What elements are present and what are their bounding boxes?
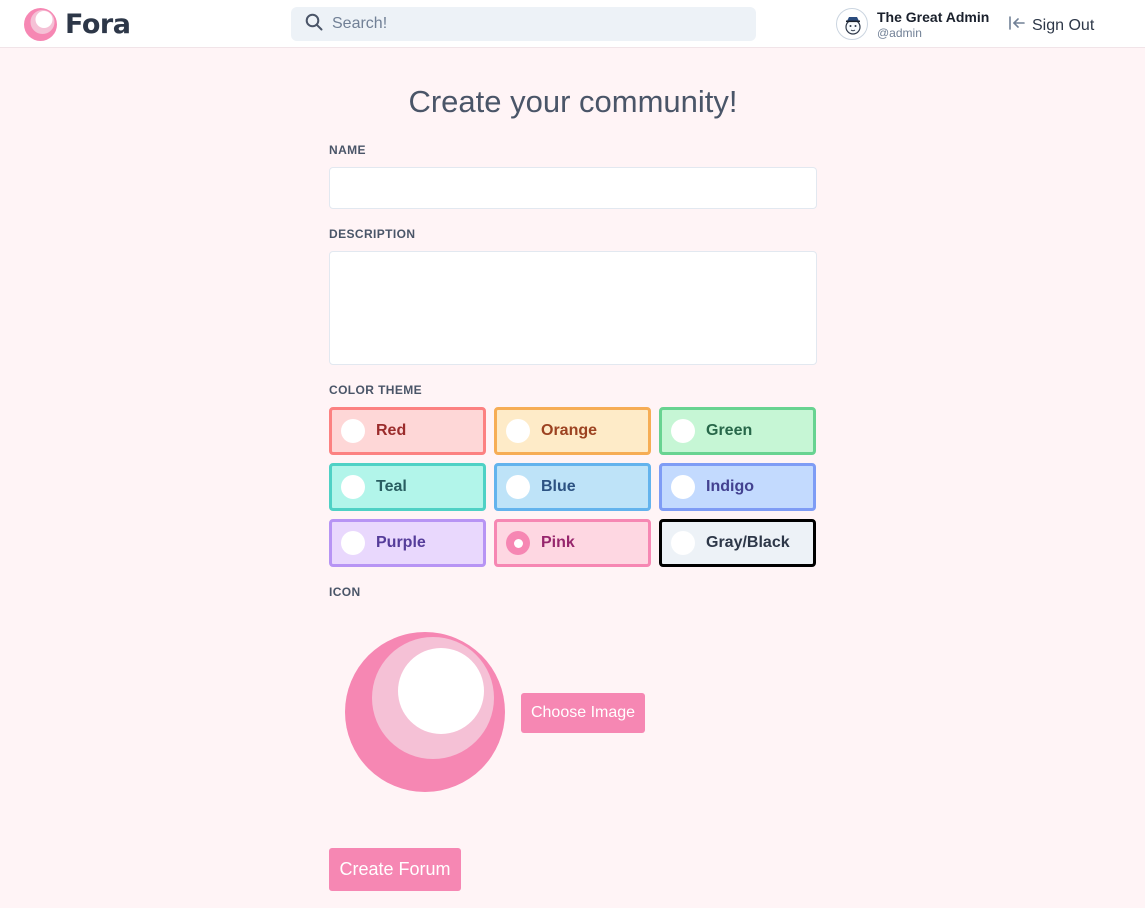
radio-button[interactable] — [671, 531, 695, 555]
radio-button[interactable] — [341, 475, 365, 499]
theme-label: Purple — [376, 534, 426, 551]
logo-text: Fora — [65, 9, 131, 40]
avatar[interactable] — [836, 8, 868, 40]
theme-option-orange[interactable]: Orange — [494, 407, 651, 455]
theme-option-gray-black[interactable]: Gray/Black — [659, 519, 816, 567]
theme-option-red[interactable]: Red — [329, 407, 486, 455]
community-icon-preview — [345, 632, 505, 792]
fora-logo-icon — [24, 8, 57, 41]
color-theme-options: Red Orange Green Teal Blue Indigo Purple… — [329, 407, 817, 567]
search-bar[interactable] — [291, 7, 756, 41]
top-nav-bar: Fora The Great Admin @admin — [0, 0, 1145, 48]
theme-label: Teal — [376, 478, 407, 495]
user-profile[interactable]: The Great Admin @admin — [836, 8, 989, 40]
sign-out-label: Sign Out — [1032, 16, 1095, 34]
description-label: DESCRIPTION — [329, 227, 416, 241]
sign-out-icon — [1008, 15, 1026, 36]
user-handle: @admin — [877, 25, 922, 40]
theme-label: Green — [706, 422, 753, 439]
create-forum-button[interactable]: Create Forum — [329, 848, 461, 891]
radio-button[interactable] — [506, 419, 530, 443]
color-theme-label: COLOR THEME — [329, 383, 423, 397]
search-icon — [305, 13, 323, 36]
sign-out-button[interactable]: Sign Out — [1008, 15, 1094, 36]
theme-option-pink[interactable]: Pink — [494, 519, 651, 567]
theme-label: Red — [376, 422, 407, 439]
name-label: NAME — [329, 143, 366, 157]
user-name: The Great Admin — [877, 8, 990, 25]
theme-option-blue[interactable]: Blue — [494, 463, 651, 511]
radio-button[interactable] — [506, 475, 530, 499]
radio-button[interactable] — [341, 531, 365, 555]
radio-button[interactable] — [671, 419, 695, 443]
theme-option-indigo[interactable]: Indigo — [659, 463, 816, 511]
radio-button[interactable] — [506, 531, 530, 555]
logo[interactable]: Fora — [24, 8, 131, 41]
theme-option-teal[interactable]: Teal — [329, 463, 486, 511]
icon-label: ICON — [329, 585, 361, 599]
name-field[interactable] — [329, 167, 817, 209]
radio-button[interactable] — [341, 419, 365, 443]
theme-option-green[interactable]: Green — [659, 407, 816, 455]
description-field[interactable] — [329, 251, 817, 365]
theme-label: Gray/Black — [706, 534, 790, 551]
theme-label: Indigo — [706, 478, 754, 495]
theme-label: Blue — [541, 478, 576, 495]
choose-image-button[interactable]: Choose Image — [521, 693, 645, 733]
theme-label: Pink — [541, 534, 575, 551]
page-title: Create your community! — [408, 84, 738, 119]
radio-button[interactable] — [671, 475, 695, 499]
theme-option-purple[interactable]: Purple — [329, 519, 486, 567]
theme-label: Orange — [541, 422, 598, 439]
search-input[interactable] — [332, 15, 732, 33]
